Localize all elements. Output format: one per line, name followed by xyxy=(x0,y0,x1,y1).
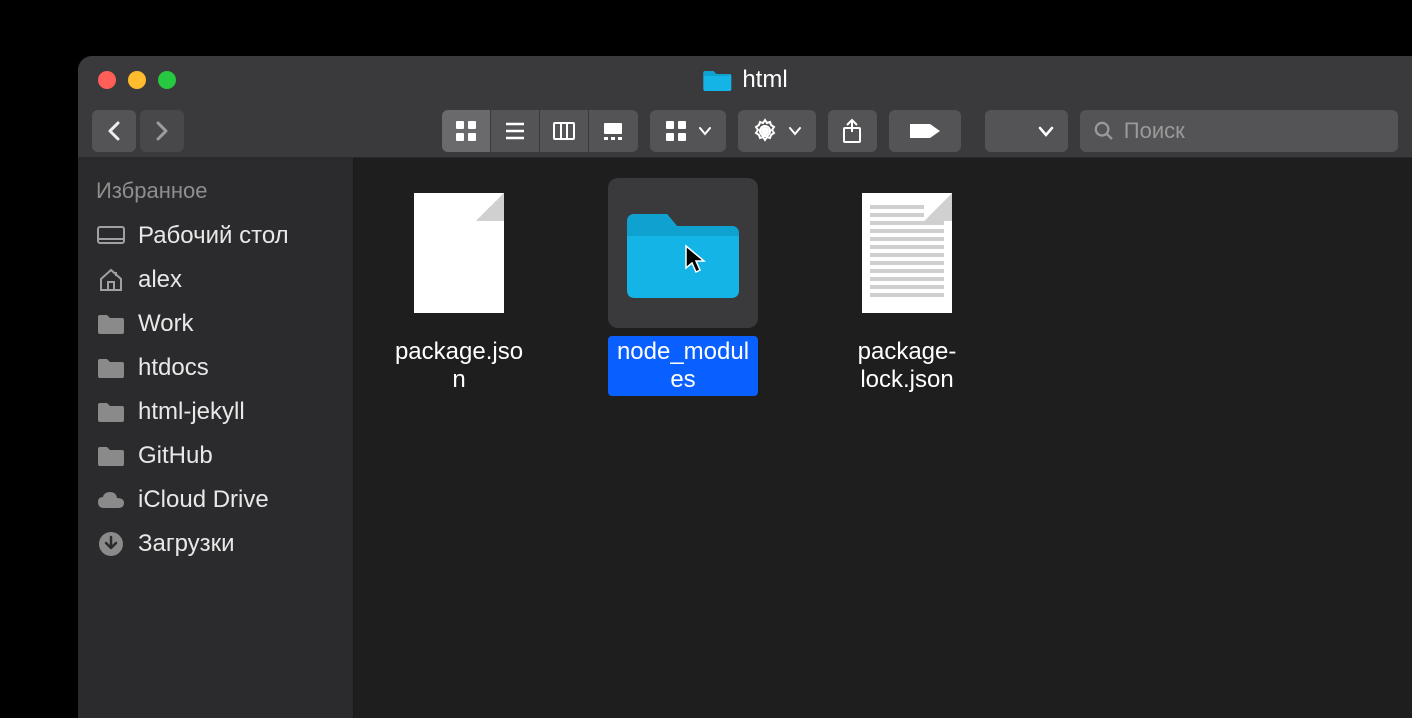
maximize-button[interactable] xyxy=(158,71,176,89)
close-button[interactable] xyxy=(98,71,116,89)
gear-icon xyxy=(752,118,778,144)
file-icon xyxy=(384,178,534,328)
grid-icon xyxy=(664,119,688,143)
file-item-selected[interactable]: node_modules xyxy=(608,178,758,396)
folder-icon xyxy=(96,444,126,468)
folder-icon xyxy=(702,68,732,92)
file-label: package.json xyxy=(384,336,534,396)
cloud-icon xyxy=(96,488,126,512)
search-input[interactable] xyxy=(1124,118,1384,144)
arrange-menu[interactable] xyxy=(650,110,726,152)
desktop-icon xyxy=(96,224,126,248)
file-item[interactable]: package.json xyxy=(384,178,534,396)
forward-button[interactable] xyxy=(140,110,184,152)
sidebar-item-home[interactable]: alex xyxy=(78,258,353,302)
nav-buttons xyxy=(92,110,184,152)
sidebar-item-github[interactable]: GitHub xyxy=(78,434,353,478)
sidebar-item-htdocs[interactable]: htdocs xyxy=(78,346,353,390)
document-icon xyxy=(414,193,504,313)
chevron-down-icon xyxy=(788,126,802,136)
minimize-button[interactable] xyxy=(128,71,146,89)
file-label: package-lock.json xyxy=(832,336,982,396)
window-title: html xyxy=(742,66,787,94)
search-box[interactable] xyxy=(1080,110,1398,152)
window-title-area: html xyxy=(702,66,787,94)
sidebar-item-downloads[interactable]: Загрузки xyxy=(78,522,353,566)
sidebar-item-work[interactable]: Work xyxy=(78,302,353,346)
sidebar-item-label: alex xyxy=(138,266,182,294)
titlebar: html xyxy=(78,56,1412,104)
document-icon xyxy=(862,193,952,313)
dropdown-button[interactable] xyxy=(985,110,1068,152)
folder-icon xyxy=(96,312,126,336)
chevron-down-icon xyxy=(1038,125,1054,137)
search-icon xyxy=(1094,120,1114,142)
sidebar: Избранное Рабочий стол alex Work xyxy=(78,158,354,718)
sidebar-item-label: Work xyxy=(138,310,194,338)
finder-window: html xyxy=(78,56,1412,718)
file-grid[interactable]: package.json node_modules package-lock.j… xyxy=(354,158,1412,718)
toolbar xyxy=(78,104,1412,158)
sidebar-item-desktop[interactable]: Рабочий стол xyxy=(78,214,353,258)
folder-icon xyxy=(96,400,126,424)
column-view-button[interactable] xyxy=(540,110,589,152)
body: Избранное Рабочий стол alex Work xyxy=(78,158,1412,718)
sidebar-item-label: html-jekyll xyxy=(138,398,245,426)
file-item[interactable]: package-lock.json xyxy=(832,178,982,396)
sidebar-item-label: GitHub xyxy=(138,442,213,470)
traffic-lights xyxy=(78,71,176,89)
download-icon xyxy=(96,532,126,556)
file-label: node_modules xyxy=(608,336,758,396)
sidebar-item-label: htdocs xyxy=(138,354,209,382)
sidebar-section-header: Избранное xyxy=(78,172,353,214)
sidebar-item-label: Рабочий стол xyxy=(138,222,289,250)
folder-icon xyxy=(96,356,126,380)
share-button[interactable] xyxy=(828,110,877,152)
sidebar-item-icloud[interactable]: iCloud Drive xyxy=(78,478,353,522)
sidebar-item-label: iCloud Drive xyxy=(138,486,269,514)
back-button[interactable] xyxy=(92,110,136,152)
view-mode-segment xyxy=(442,110,638,152)
tag-icon xyxy=(908,120,942,142)
sidebar-item-label: Загрузки xyxy=(138,530,235,558)
list-view-button[interactable] xyxy=(491,110,540,152)
tags-button[interactable] xyxy=(889,110,962,152)
gallery-view-button[interactable] xyxy=(589,110,638,152)
icon-view-button[interactable] xyxy=(442,110,491,152)
share-icon xyxy=(841,118,863,144)
sidebar-item-html-jekyll[interactable]: html-jekyll xyxy=(78,390,353,434)
file-icon xyxy=(832,178,982,328)
action-menu[interactable] xyxy=(738,110,816,152)
chevron-down-icon xyxy=(698,126,712,136)
home-icon xyxy=(96,268,126,292)
folder-icon xyxy=(608,178,758,328)
